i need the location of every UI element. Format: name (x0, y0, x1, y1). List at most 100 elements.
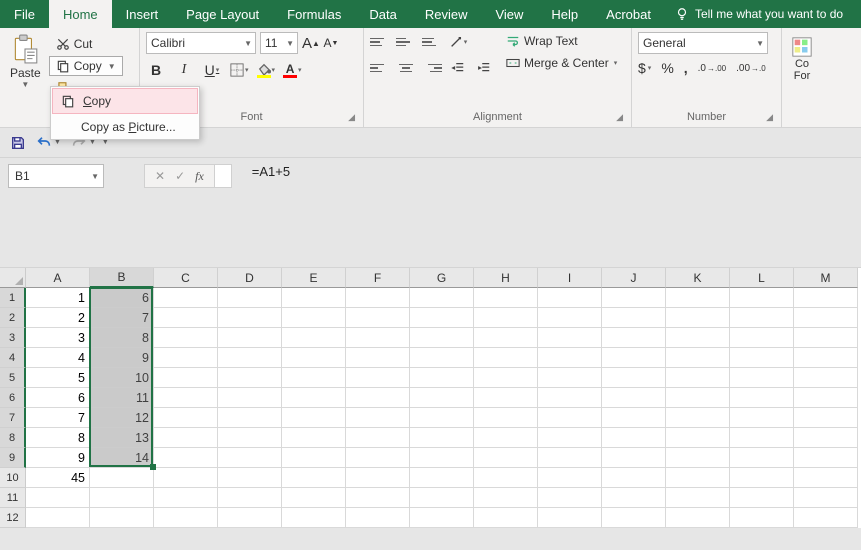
cell-J1[interactable] (602, 288, 666, 308)
cell-L12[interactable] (730, 508, 794, 528)
column-header-A[interactable]: A (26, 268, 90, 288)
align-middle-button[interactable] (396, 32, 416, 52)
cell-F10[interactable] (346, 468, 410, 488)
row-header-8[interactable]: 8 (0, 428, 26, 448)
cell-M3[interactable] (794, 328, 858, 348)
cell-I6[interactable] (538, 388, 602, 408)
borders-button[interactable]: ▾ (230, 63, 249, 77)
column-header-J[interactable]: J (602, 268, 666, 288)
cell-F7[interactable] (346, 408, 410, 428)
orientation-button[interactable]: ▾ (448, 32, 468, 52)
cell-A8[interactable]: 8 (26, 428, 90, 448)
cell-G9[interactable] (410, 448, 474, 468)
column-header-M[interactable]: M (794, 268, 858, 288)
spreadsheet-grid[interactable]: 123456789101112 ABCDEFGHIJKLM 1627384951… (0, 268, 861, 528)
tab-view[interactable]: View (481, 0, 537, 28)
cell-G10[interactable] (410, 468, 474, 488)
fill-color-button[interactable]: ▾ (257, 63, 276, 78)
font-color-button[interactable]: A ▾ (283, 63, 302, 78)
cell-D7[interactable] (218, 408, 282, 428)
cell-G4[interactable] (410, 348, 474, 368)
number-dialog-launcher[interactable]: ◢ (766, 112, 773, 123)
cut-button[interactable]: Cut (49, 34, 123, 54)
cell-D1[interactable] (218, 288, 282, 308)
formula-text[interactable]: =A1+5 (252, 164, 290, 179)
tab-home[interactable]: Home (49, 0, 112, 28)
row-header-3[interactable]: 3 (0, 328, 26, 348)
cell-J2[interactable] (602, 308, 666, 328)
cell-D3[interactable] (218, 328, 282, 348)
cell-G5[interactable] (410, 368, 474, 388)
cell-C2[interactable] (154, 308, 218, 328)
cell-A11[interactable] (26, 488, 90, 508)
cell-B3[interactable]: 8 (90, 328, 154, 348)
cell-B9[interactable]: 14 (90, 448, 154, 468)
column-header-B[interactable]: B (90, 268, 154, 288)
cell-J10[interactable] (602, 468, 666, 488)
cell-A2[interactable]: 2 (26, 308, 90, 328)
cell-E12[interactable] (282, 508, 346, 528)
wrap-text-button[interactable]: Wrap Text (502, 32, 621, 50)
alignment-dialog-launcher[interactable]: ◢ (616, 112, 623, 123)
cell-D6[interactable] (218, 388, 282, 408)
cell-K5[interactable] (666, 368, 730, 388)
cell-G12[interactable] (410, 508, 474, 528)
column-header-L[interactable]: L (730, 268, 794, 288)
cell-G11[interactable] (410, 488, 474, 508)
cell-L1[interactable] (730, 288, 794, 308)
cell-B10[interactable] (90, 468, 154, 488)
font-dialog-launcher[interactable]: ◢ (348, 112, 355, 123)
cell-L7[interactable] (730, 408, 794, 428)
column-header-F[interactable]: F (346, 268, 410, 288)
cell-E6[interactable] (282, 388, 346, 408)
row-header-10[interactable]: 10 (0, 468, 26, 488)
cell-J12[interactable] (602, 508, 666, 528)
cell-A1[interactable]: 1 (26, 288, 90, 308)
cell-F9[interactable] (346, 448, 410, 468)
row-header-11[interactable]: 11 (0, 488, 26, 508)
cell-F12[interactable] (346, 508, 410, 528)
number-format-combo[interactable]: General ▼ (638, 32, 768, 54)
row-header-4[interactable]: 4 (0, 348, 26, 368)
cell-J8[interactable] (602, 428, 666, 448)
cell-I1[interactable] (538, 288, 602, 308)
paste-dropdown-icon[interactable]: ▼ (21, 80, 29, 89)
cell-H7[interactable] (474, 408, 538, 428)
cell-B8[interactable]: 13 (90, 428, 154, 448)
name-box[interactable]: B1 ▼ (8, 164, 104, 188)
cell-B2[interactable]: 7 (90, 308, 154, 328)
cell-C7[interactable] (154, 408, 218, 428)
column-header-D[interactable]: D (218, 268, 282, 288)
cell-M12[interactable] (794, 508, 858, 528)
copy-button[interactable]: Copy ▼ (49, 56, 123, 76)
cell-I3[interactable] (538, 328, 602, 348)
fill-handle[interactable] (150, 464, 156, 470)
cell-I10[interactable] (538, 468, 602, 488)
column-header-C[interactable]: C (154, 268, 218, 288)
paste-button[interactable]: Paste ▼ (6, 32, 45, 98)
cell-F1[interactable] (346, 288, 410, 308)
increase-font-button[interactable]: A▲ (302, 34, 320, 52)
formula-input-edge[interactable] (215, 164, 232, 188)
cell-G7[interactable] (410, 408, 474, 428)
tell-me[interactable]: Tell me what you want to do (665, 0, 853, 28)
column-header-K[interactable]: K (666, 268, 730, 288)
cell-G6[interactable] (410, 388, 474, 408)
cell-M11[interactable] (794, 488, 858, 508)
cell-B12[interactable] (90, 508, 154, 528)
cell-M2[interactable] (794, 308, 858, 328)
cell-L6[interactable] (730, 388, 794, 408)
cell-I12[interactable] (538, 508, 602, 528)
copy-menu-picture[interactable]: Copy as Picture... (51, 115, 199, 139)
cell-H2[interactable] (474, 308, 538, 328)
cell-I2[interactable] (538, 308, 602, 328)
align-center-button[interactable] (396, 58, 416, 78)
undo-dropdown-icon[interactable]: ▼ (54, 139, 61, 146)
bold-button[interactable]: B (146, 60, 166, 80)
cell-I9[interactable] (538, 448, 602, 468)
cell-K12[interactable] (666, 508, 730, 528)
cell-J11[interactable] (602, 488, 666, 508)
tab-file[interactable]: File (0, 0, 49, 28)
tab-insert[interactable]: Insert (112, 0, 173, 28)
cell-K1[interactable] (666, 288, 730, 308)
